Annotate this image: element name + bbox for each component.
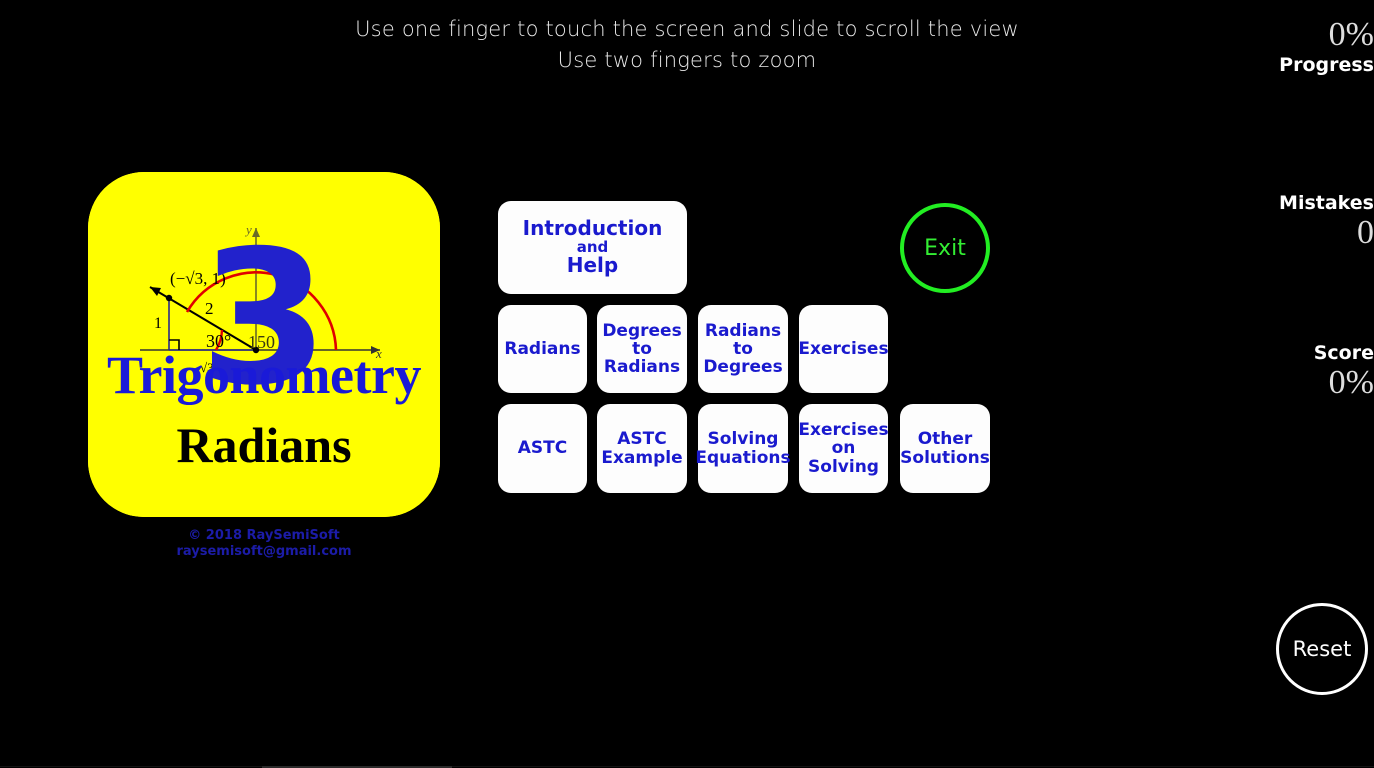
logo-title: Trigonometry [107, 345, 421, 405]
other-solutions-button[interactable]: Other Solutions [900, 404, 990, 493]
score-value: 0% [1328, 364, 1374, 401]
reset-button-label: Reset [1292, 637, 1352, 661]
exercises-label: Exercises [798, 338, 889, 359]
deg-to-rad-line-1: Degrees [602, 320, 682, 341]
score-label: Score [1313, 342, 1374, 364]
copyright-line-2: raysemisoft@gmail.com [176, 544, 352, 559]
ex-on-solving-line-3: Solving [808, 456, 879, 477]
solving-equations-line-2: Equations [695, 447, 791, 468]
score-stat: Score 0% [1270, 342, 1374, 402]
deg-to-rad-line-2: to [632, 338, 652, 359]
other-solutions-line-1: Other [917, 429, 973, 450]
deg-to-rad-line-3: Radians [603, 357, 681, 377]
mistakes-label: Mistakes [1279, 192, 1374, 214]
exercises-button[interactable]: Exercises [798, 305, 889, 393]
copyright-notice: © 2018 RaySemiSoft raysemisoft@gmail.com [88, 528, 440, 560]
exit-button[interactable]: Exit [900, 203, 990, 293]
other-solutions-line-2: Solutions [900, 447, 990, 468]
bottom-divider [0, 766, 1374, 767]
app-logo-card[interactable]: (−√3, 1) 1 2 √3 30° 150 x y 3 Trigonomet… [88, 172, 440, 517]
intro-line-1: Introduction [522, 216, 663, 241]
radians-label: Radians [504, 338, 581, 359]
radians-button[interactable]: Radians [498, 305, 587, 393]
astc-button[interactable]: ASTC [498, 404, 587, 493]
copyright-line-1: © 2018 RaySemiSoft [188, 528, 340, 543]
instruction-text: Use one finger to touch the screen and s… [0, 14, 1374, 76]
ex-on-solving-line-2: on [831, 438, 856, 459]
solving-equations-line-1: Solving [707, 429, 779, 450]
rad-to-deg-line-1: Radians [704, 320, 782, 341]
ex-on-solving-line-1: Exercises [798, 420, 889, 441]
mistakes-value: 0 [1357, 214, 1374, 251]
mistakes-stat: Mistakes 0 [1270, 192, 1374, 252]
logo-subtitle: Radians [176, 417, 351, 473]
instruction-line-2: Use two fingers to zoom [557, 48, 817, 72]
exercises-on-solving-button[interactable]: Exercises on Solving [798, 404, 889, 493]
instruction-line-1: Use one finger to touch the screen and s… [355, 17, 1019, 41]
logo-artwork: (−√3, 1) 1 2 √3 30° 150 x y 3 Trigonomet… [88, 172, 440, 517]
radians-to-degrees-button[interactable]: Radians to Degrees [698, 305, 788, 393]
exit-button-label: Exit [924, 235, 966, 261]
progress-label: Progress [1279, 54, 1374, 76]
astc-example-line-2: Example [601, 447, 683, 468]
intro-line-3: Help [566, 253, 619, 278]
reset-button[interactable]: Reset [1276, 603, 1368, 695]
degrees-to-radians-button[interactable]: Degrees to Radians [597, 305, 687, 393]
progress-stat: 0% Progress [1270, 16, 1374, 76]
rad-to-deg-line-2: to [733, 338, 753, 359]
rad-to-deg-line-3: Degrees [703, 357, 783, 377]
solving-equations-button[interactable]: Solving Equations [695, 404, 791, 493]
astc-example-button[interactable]: ASTC Example [597, 404, 687, 493]
astc-example-line-1: ASTC [617, 429, 667, 450]
introduction-and-help-button[interactable]: Introduction and Help [498, 201, 687, 294]
diagram-side-vertical: 1 [154, 315, 162, 332]
status-rail: 0% Progress Mistakes 0 Score 0% [1270, 0, 1374, 520]
progress-value: 0% [1328, 16, 1374, 53]
astc-label: ASTC [517, 438, 568, 459]
